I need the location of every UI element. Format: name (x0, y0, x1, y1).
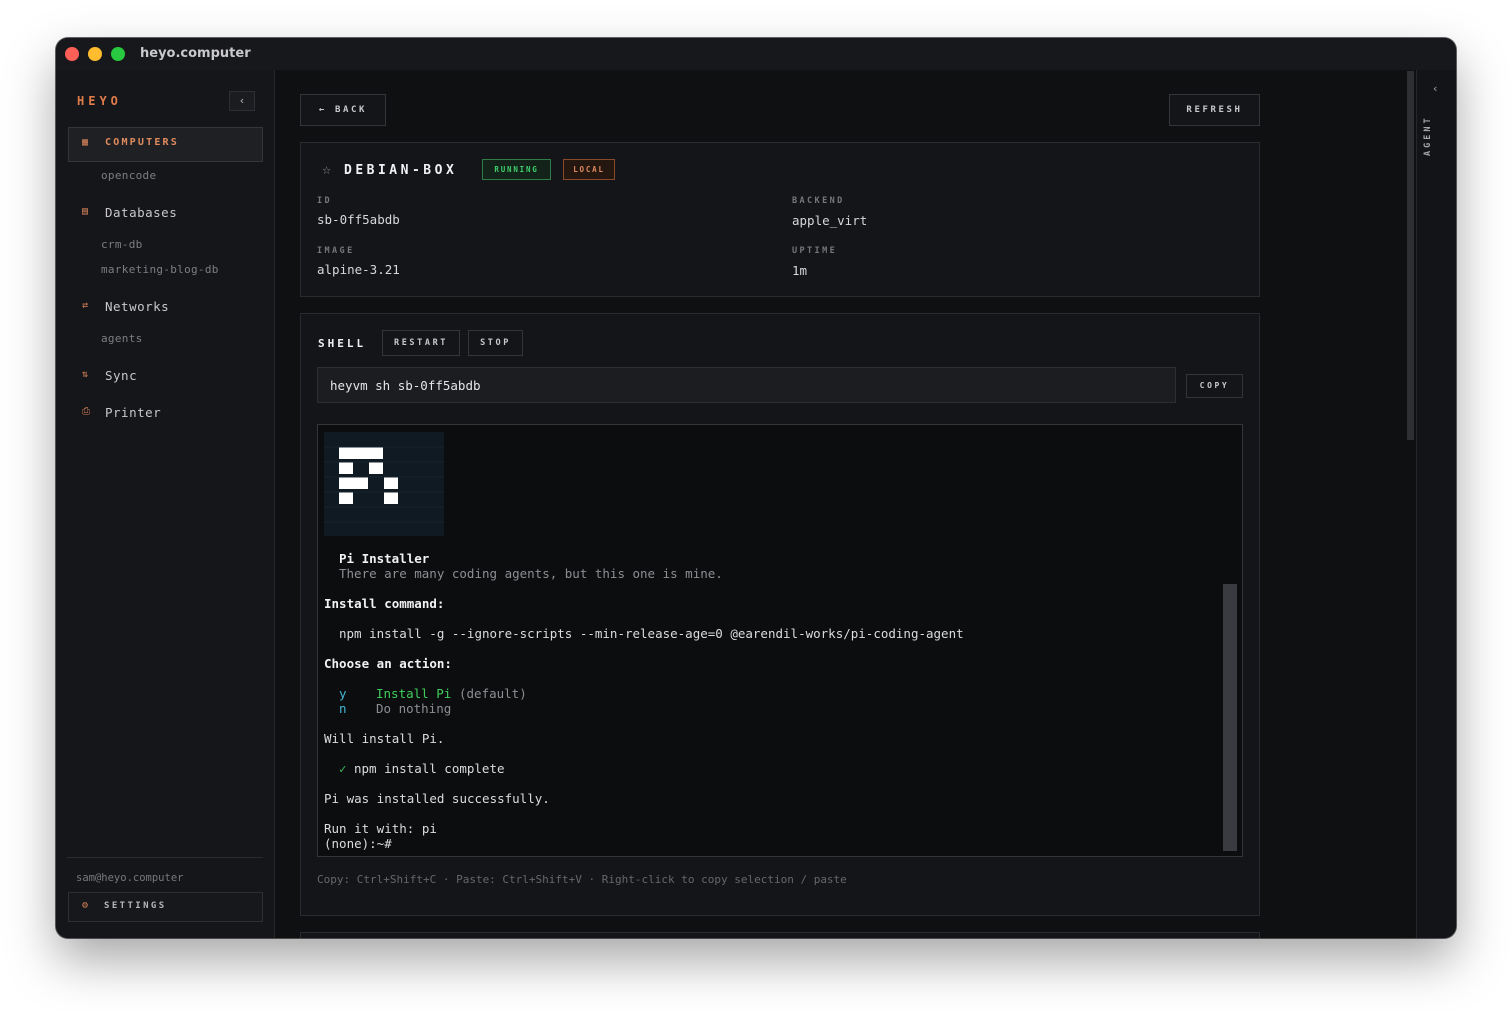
option-n-label: Do nothing (376, 701, 452, 716)
terminal-hint: Copy: Ctrl+Shift+C · Paste: Ctrl+Shift+V… (317, 873, 847, 886)
image-label: IMAGE (317, 246, 355, 256)
npm-complete-line: npm install complete (354, 761, 505, 776)
stop-button[interactable]: STOP (468, 330, 523, 356)
sidebar-item-label: Databases (105, 205, 178, 220)
pi-logo-icon (324, 432, 444, 536)
will-install-line: Will install Pi. (324, 731, 445, 746)
check-icon: ✓ (339, 761, 347, 776)
sync-icon: ⇅ (82, 369, 89, 380)
title-bar: heyo.computer (56, 38, 1456, 70)
sidebar-item-printer[interactable]: ⎙ Printer (56, 403, 275, 425)
run-it-line: Run it with: pi (324, 821, 437, 836)
sidebar-item-computers[interactable]: ▦ COMPUTERS (56, 134, 275, 156)
sidebar-item-networks[interactable]: ⇄ Networks (56, 297, 275, 319)
next-card (300, 932, 1260, 938)
install-command-heading: Install command: (324, 596, 445, 611)
id-value: sb-0ff5abdb (317, 212, 400, 227)
restart-button[interactable]: RESTART (382, 330, 460, 356)
sidebar-subitem-agents[interactable]: agents (101, 332, 143, 345)
backend-value: apple_virt (792, 213, 868, 228)
computer-details-card: ☆ DEBIAN-BOX RUNNING LOCAL ID sb-0ff5abd… (300, 142, 1260, 297)
terminal-scrollbar[interactable] (1223, 584, 1237, 851)
image-value: alpine-3.21 (317, 262, 400, 277)
installer-tagline: There are many coding agents, but this o… (339, 566, 723, 581)
copy-command-button[interactable]: COPY (1186, 374, 1243, 398)
option-y-label: Install Pi (376, 686, 452, 701)
grid-icon: ▦ (82, 137, 89, 148)
back-button[interactable]: ← BACK (300, 94, 386, 126)
sidebar-item-label: Networks (105, 299, 170, 314)
sidebar: HEYO ‹ ▦ COMPUTERS opencode ▤ Databases … (56, 70, 275, 938)
computer-name: DEBIAN-BOX (344, 163, 458, 178)
shell-command-field[interactable]: heyvm sh sb-0ff5abdb (317, 367, 1176, 403)
zoom-window-button[interactable] (111, 47, 125, 61)
uptime-label: UPTIME (792, 246, 838, 256)
sidebar-divider (67, 857, 263, 858)
chevron-left-icon: ‹ (238, 94, 246, 107)
minimize-window-button[interactable] (88, 47, 102, 61)
option-n-key: n (339, 701, 347, 716)
installer-title: Pi Installer (339, 551, 430, 566)
gear-icon: ⚙ (82, 900, 89, 911)
settings-button[interactable]: ⚙ SETTINGS (68, 892, 263, 922)
shell-prompt: (none):~# (324, 836, 392, 851)
chevron-left-icon[interactable]: ‹ (1432, 82, 1439, 95)
choose-action-heading: Choose an action: (324, 656, 452, 671)
sidebar-subitem-crm-db[interactable]: crm-db (101, 238, 143, 251)
sidebar-subitem-marketing-blog-db[interactable]: marketing-blog-db (101, 263, 219, 276)
app-window: heyo.computer HEYO ‹ ▦ COMPUTERS opencod… (56, 38, 1456, 938)
sidebar-item-databases[interactable]: ▤ Databases (56, 203, 275, 225)
backend-label: BACKEND (792, 196, 845, 206)
success-line: Pi was installed successfully. (324, 791, 550, 806)
option-y-note: (default) (459, 686, 527, 701)
install-command-line: npm install -g --ignore-scripts --min-re… (339, 626, 964, 641)
agent-panel-toggle[interactable]: AGENT (1423, 115, 1433, 156)
brand-logo: HEYO (77, 94, 122, 108)
uptime-value: 1m (792, 263, 808, 278)
shell-card: SHELL RESTART STOP heyvm sh sb-0ff5abdb … (300, 313, 1260, 916)
option-y-key: y (339, 686, 347, 701)
status-badge: RUNNING (482, 159, 551, 180)
location-badge: LOCAL (563, 159, 615, 180)
sidebar-item-label: Sync (105, 368, 138, 383)
collapse-sidebar-button[interactable]: ‹ (229, 91, 255, 111)
network-icon: ⇄ (82, 300, 89, 311)
settings-label: SETTINGS (104, 901, 167, 911)
database-icon: ▤ (82, 206, 89, 217)
sidebar-subitem-opencode[interactable]: opencode (101, 169, 156, 182)
printer-icon: ⎙ (82, 406, 90, 417)
terminal[interactable]: Pi Installer There are many coding agent… (317, 424, 1243, 857)
star-icon[interactable]: ☆ (322, 160, 331, 178)
main-content: ← BACK REFRESH ☆ DEBIAN-BOX RUNNING LOCA… (276, 70, 1416, 938)
refresh-button[interactable]: REFRESH (1169, 94, 1260, 126)
shell-command-text: heyvm sh sb-0ff5abdb (330, 378, 481, 393)
agent-panel: ‹ AGENT (1416, 70, 1456, 938)
page-scrollbar[interactable] (1407, 71, 1414, 440)
sidebar-item-sync[interactable]: ⇅ Sync (56, 366, 275, 388)
close-window-button[interactable] (65, 47, 79, 61)
id-label: ID (317, 196, 333, 206)
user-email: sam@heyo.computer (76, 872, 184, 884)
sidebar-item-label: Printer (105, 405, 162, 420)
window-title: heyo.computer (140, 46, 251, 61)
sidebar-item-label: COMPUTERS (105, 137, 179, 148)
shell-title: SHELL (318, 337, 367, 350)
